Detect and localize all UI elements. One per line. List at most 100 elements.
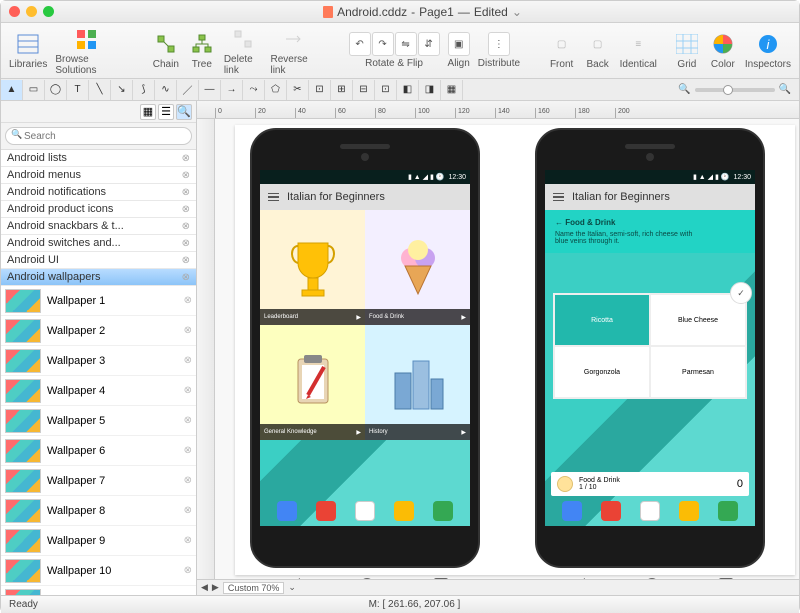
- distribute-button[interactable]: ⋮: [488, 32, 510, 56]
- wallpaper-item[interactable]: Wallpaper 7⊗: [1, 466, 196, 496]
- wallpaper-item[interactable]: Wallpaper 9⊗: [1, 526, 196, 556]
- zoom-label[interactable]: Custom 70%: [223, 582, 285, 594]
- dock-app-3[interactable]: [355, 501, 375, 521]
- tile-history[interactable]: History▶: [365, 325, 470, 440]
- option-1[interactable]: Ricotta: [554, 294, 650, 346]
- reverse-link-button[interactable]: Reverse link: [270, 26, 316, 76]
- category-item[interactable]: Android menus⊗: [1, 167, 196, 184]
- libraries-button[interactable]: Libraries: [9, 31, 47, 70]
- inspectors-button[interactable]: iInspectors: [745, 31, 791, 70]
- pointer-tool[interactable]: ▲: [1, 80, 23, 100]
- wallpaper-item[interactable]: Wallpaper 3⊗: [1, 346, 196, 376]
- wallpaper-item[interactable]: Wallpaper 8⊗: [1, 496, 196, 526]
- phone-mockup-2[interactable]: ▮ ▲ ◢ ▮ 🕐12:30 Italian for Beginners ← F…: [535, 128, 765, 568]
- back-button[interactable]: ▢Back: [584, 31, 612, 70]
- option-3[interactable]: Gorgonzola: [554, 346, 650, 398]
- misc2-tool[interactable]: ◨: [419, 80, 441, 100]
- dock-app-2[interactable]: [601, 501, 621, 521]
- menu-icon[interactable]: [553, 193, 564, 202]
- front-button[interactable]: ▢Front: [548, 31, 576, 70]
- flip-h-button[interactable]: ⇋: [395, 32, 417, 56]
- connector-tool[interactable]: ↘: [111, 80, 133, 100]
- wallpaper-item[interactable]: Wallpaper 10⊗: [1, 556, 196, 586]
- close-window-button[interactable]: [9, 6, 20, 17]
- chain-button[interactable]: Chain: [152, 31, 180, 70]
- nav-back[interactable]: [282, 578, 300, 579]
- clip-tool[interactable]: ✂: [287, 80, 309, 100]
- category-item[interactable]: Android wallpapers⊗: [1, 269, 196, 286]
- color-button[interactable]: Color: [709, 31, 737, 70]
- tile-food-drink[interactable]: Food & Drink▶: [365, 210, 470, 325]
- category-item[interactable]: Android notifications⊗: [1, 184, 196, 201]
- back-link[interactable]: ← Food & Drink: [555, 218, 745, 227]
- wallpaper-item[interactable]: Wallpaper 11⊗: [1, 586, 196, 595]
- zoom-out-icon[interactable]: 🔍: [678, 84, 690, 95]
- dock-app-1[interactable]: [277, 501, 297, 521]
- arc-tool[interactable]: ⟆: [133, 80, 155, 100]
- align-tool[interactable]: ⊟: [353, 80, 375, 100]
- canvas[interactable]: ▮ ▲ ◢ ▮ 🕐12:30 Italian for Beginners Lea…: [215, 119, 799, 579]
- node-tool[interactable]: ⊡: [309, 80, 331, 100]
- option-4[interactable]: Parmesan: [650, 346, 746, 398]
- nav-recent[interactable]: [434, 578, 448, 579]
- tile-general-knowledge[interactable]: General Knowledge▶: [260, 325, 365, 440]
- page-next[interactable]: ▶: [212, 582, 219, 593]
- line2-tool[interactable]: ／: [177, 80, 199, 100]
- page-prev[interactable]: ◀: [201, 582, 208, 593]
- list-view-button[interactable]: ☰: [158, 104, 174, 120]
- category-item[interactable]: Android product icons⊗: [1, 201, 196, 218]
- dock-app-4[interactable]: [394, 501, 414, 521]
- ellipse-tool[interactable]: ◯: [45, 80, 67, 100]
- grid-view-button[interactable]: ▦: [140, 104, 156, 120]
- dock-app-2[interactable]: [316, 501, 336, 521]
- snap-tool[interactable]: ⊞: [331, 80, 353, 100]
- dock-app-5[interactable]: [718, 501, 738, 521]
- category-item[interactable]: Android UI⊗: [1, 252, 196, 269]
- tile-leaderboard[interactable]: Leaderboard▶: [260, 210, 365, 325]
- delete-link-button[interactable]: Delete link: [224, 26, 263, 76]
- rotate-left-button[interactable]: ↶: [349, 32, 371, 56]
- line3-tool[interactable]: —: [199, 80, 221, 100]
- dock-app-5[interactable]: [433, 501, 453, 521]
- nav-back[interactable]: [567, 578, 585, 579]
- nav-recent[interactable]: [719, 578, 733, 579]
- menu-icon[interactable]: [268, 193, 279, 202]
- wallpaper-item[interactable]: Wallpaper 5⊗: [1, 406, 196, 436]
- dock-app-3[interactable]: [640, 501, 660, 521]
- curve-tool[interactable]: ∿: [155, 80, 177, 100]
- nav-home[interactable]: [645, 578, 659, 579]
- wallpaper-item[interactable]: Wallpaper 4⊗: [1, 376, 196, 406]
- rotate-right-button[interactable]: ↷: [372, 32, 394, 56]
- misc3-tool[interactable]: ▦: [441, 80, 463, 100]
- grid-button[interactable]: Grid: [673, 31, 701, 70]
- option-2[interactable]: Blue Cheese: [650, 294, 746, 346]
- text-tool[interactable]: T: [67, 80, 89, 100]
- flip-v-button[interactable]: ⇵: [418, 32, 440, 56]
- category-item[interactable]: Android switches and...⊗: [1, 235, 196, 252]
- category-item[interactable]: Android lists⊗: [1, 150, 196, 167]
- phone-mockup-1[interactable]: ▮ ▲ ◢ ▮ 🕐12:30 Italian for Beginners Lea…: [250, 128, 480, 568]
- tree-button[interactable]: Tree: [188, 31, 216, 70]
- category-item[interactable]: Android snackbars & t...⊗: [1, 218, 196, 235]
- search-input[interactable]: [5, 127, 192, 145]
- dock-app-1[interactable]: [562, 501, 582, 521]
- nav-home[interactable]: [360, 578, 374, 579]
- minimize-window-button[interactable]: [26, 6, 37, 17]
- rect-tool[interactable]: ▭: [23, 80, 45, 100]
- poly-tool[interactable]: ⬠: [265, 80, 287, 100]
- zoom-window-button[interactable]: [43, 6, 54, 17]
- misc1-tool[interactable]: ◧: [397, 80, 419, 100]
- group-tool[interactable]: ⊡: [375, 80, 397, 100]
- wallpaper-item[interactable]: Wallpaper 2⊗: [1, 316, 196, 346]
- wallpaper-item[interactable]: Wallpaper 6⊗: [1, 436, 196, 466]
- dock-app-4[interactable]: [679, 501, 699, 521]
- wallpaper-item[interactable]: Wallpaper 1⊗: [1, 286, 196, 316]
- line-tool[interactable]: ╲: [89, 80, 111, 100]
- search-toggle-button[interactable]: 🔍: [176, 104, 192, 120]
- zoom-in-icon[interactable]: 🔍: [779, 84, 791, 95]
- identical-button[interactable]: ≡Identical: [620, 31, 657, 70]
- browse-solutions-button[interactable]: Browse Solutions: [55, 26, 119, 76]
- align-button[interactable]: ▣: [448, 32, 470, 56]
- smart-tool[interactable]: ⤳: [243, 80, 265, 100]
- zoom-slider[interactable]: [695, 88, 775, 92]
